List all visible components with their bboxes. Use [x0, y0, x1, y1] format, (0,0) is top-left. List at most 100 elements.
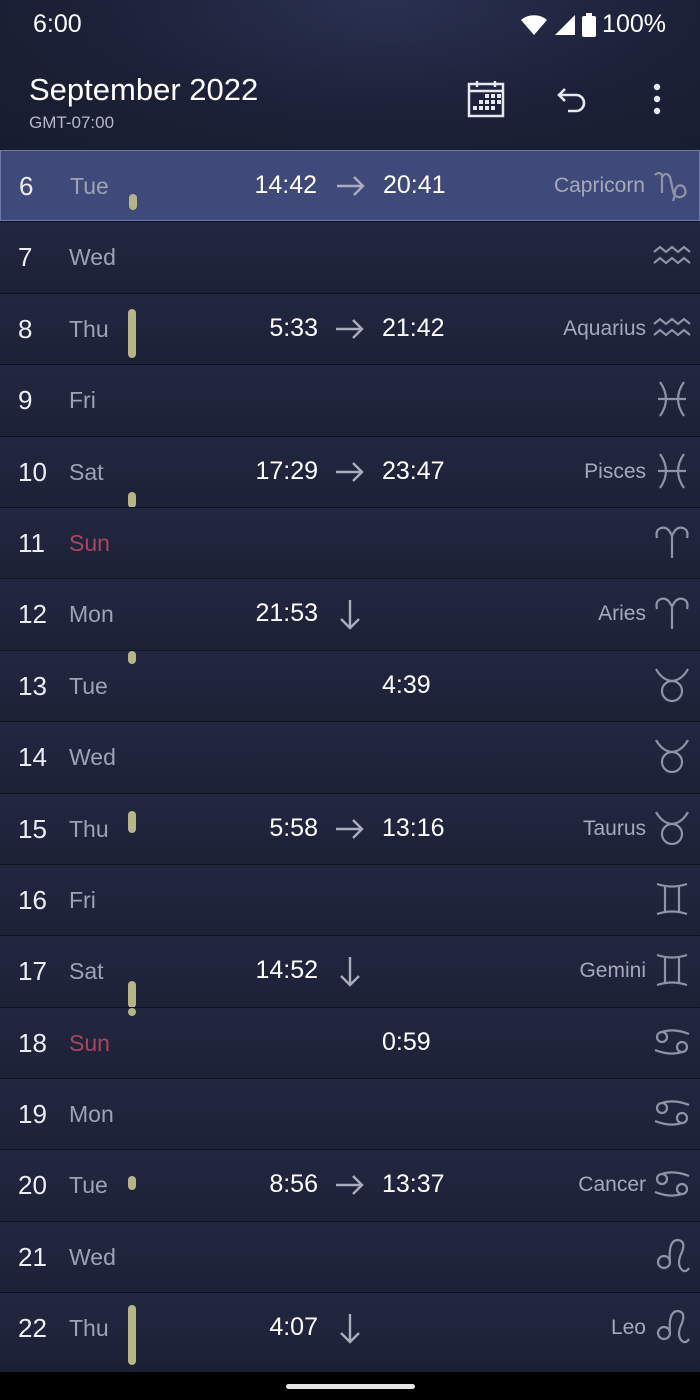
day-row[interactable]: 7 Wed: [0, 221, 700, 293]
pisces-icon: [658, 381, 686, 417]
day-row[interactable]: 14 Wed: [0, 721, 700, 793]
day-number: 20: [18, 1170, 47, 1201]
moonset-time: 21:42: [382, 313, 445, 342]
system-indicators: 100%: [520, 10, 666, 39]
moonset-time: 4:39: [382, 670, 431, 699]
day-row[interactable]: 19 Mon: [0, 1078, 700, 1150]
taurus-icon: [655, 810, 689, 845]
undo-icon: [557, 88, 586, 113]
day-number: 16: [18, 884, 47, 915]
home-gesture-handle[interactable]: [286, 1384, 415, 1389]
moon-visibility-bar: [128, 1007, 136, 1016]
day-number: 8: [18, 313, 33, 344]
arrow-right-icon: [336, 818, 364, 839]
navigation-bar: [0, 1372, 700, 1400]
moonset-time: 23:47: [382, 456, 445, 485]
aries-icon: [655, 526, 689, 558]
moon-visibility-bar: [128, 811, 136, 833]
moonrise-time: 8:56: [269, 1170, 318, 1199]
weekday-label: Sat: [69, 958, 104, 985]
moonrise-time: 5:33: [269, 313, 318, 342]
weekday-label: Tue: [70, 173, 109, 199]
gemini-icon: [656, 954, 688, 987]
aries-icon: [655, 597, 689, 630]
zodiac-sign-label: Leo: [610, 1316, 646, 1340]
weekday-label: Tue: [69, 672, 108, 699]
day-row[interactable]: 20 Tue 8:56 13:37 Cancer: [0, 1149, 700, 1221]
arrow-right-icon: [336, 461, 364, 482]
more-options-button[interactable]: [633, 75, 681, 123]
arrow-right-icon: [337, 176, 365, 196]
moonrise-time: 14:52: [255, 956, 318, 985]
weekday-label: Wed: [69, 744, 116, 771]
pisces-icon: [658, 452, 686, 489]
day-number: 6: [19, 171, 34, 201]
day-row[interactable]: 13 Tue 4:39: [0, 649, 700, 722]
day-number: 12: [18, 599, 47, 630]
arrow-right-icon: [336, 318, 364, 339]
weekday-label: Sun: [69, 529, 110, 556]
leo-icon: [656, 1238, 690, 1273]
day-row[interactable]: 16 Fri: [0, 863, 700, 936]
cancer-icon: [654, 1100, 690, 1126]
arrow-right-icon: [336, 1175, 364, 1196]
day-list[interactable]: 6 Tue 14:42 20:41 Capricorn 7 Wed 8 Thu 5:33 21:42…: [0, 150, 700, 1372]
calendar-button[interactable]: [462, 75, 510, 123]
status-bar: 6:00 100%: [0, 0, 700, 52]
leo-icon: [656, 1310, 690, 1344]
weekday-label: Fri: [69, 886, 96, 913]
day-row[interactable]: 21 Wed: [0, 1220, 700, 1293]
day-row[interactable]: 17 Sat 14:52 Gemini: [0, 935, 700, 1008]
moon-visibility-bar: [128, 980, 136, 1008]
day-number: 14: [18, 742, 47, 773]
arrow-down-icon: [340, 957, 360, 987]
day-number: 19: [18, 1099, 47, 1130]
day-row[interactable]: 6 Tue 14:42 20:41 Capricorn: [0, 150, 700, 222]
moonrise-time: 17:29: [255, 456, 318, 485]
taurus-icon: [655, 668, 689, 702]
day-row[interactable]: 10 Sat 17:29 23:47 Pisces: [0, 435, 700, 508]
day-number: 17: [18, 956, 47, 987]
wifi-icon: [521, 14, 548, 35]
weekday-label: Mon: [69, 601, 114, 628]
day-row[interactable]: 22 Thu 4:07 Leo: [0, 1292, 700, 1365]
weekday-label: Sat: [69, 458, 104, 485]
page-title[interactable]: September 2022: [29, 72, 258, 108]
capricorn-icon: [654, 171, 687, 202]
zodiac-sign-label: Capricorn: [553, 174, 645, 197]
zodiac-sign-label: Pisces: [584, 459, 646, 483]
calendar-icon: [467, 81, 505, 118]
day-row[interactable]: 18 Sun 0:59: [0, 1006, 700, 1079]
more-vert-icon: [653, 83, 661, 115]
day-row[interactable]: 11 Sun: [0, 506, 700, 579]
clock: 6:00: [33, 10, 82, 38]
moon-visibility-bar: [128, 1176, 136, 1191]
aquarius-icon: [653, 317, 691, 337]
day-row[interactable]: 8 Thu 5:33 21:42 Aquarius: [0, 292, 700, 365]
day-number: 11: [18, 527, 45, 558]
weekday-label: Thu: [69, 1315, 109, 1342]
day-number: 9: [18, 385, 33, 416]
moon-visibility-bar: [128, 492, 136, 508]
day-row[interactable]: 9 Fri: [0, 364, 700, 436]
moon-visibility-bar: [128, 1305, 136, 1365]
weekday-label: Tue: [69, 1172, 108, 1199]
zodiac-sign-label: Cancer: [578, 1173, 646, 1197]
arrow-down-icon: [340, 600, 360, 631]
weekday-label: Wed: [69, 244, 116, 271]
day-number: 22: [18, 1313, 47, 1344]
day-row[interactable]: 12 Mon 21:53 Aries: [0, 578, 700, 650]
aquarius-icon: [653, 245, 691, 265]
day-number: 21: [18, 1241, 47, 1272]
gemini-icon: [656, 882, 688, 915]
weekday-label: Thu: [69, 815, 109, 842]
weekday-label: Wed: [69, 1243, 116, 1270]
zodiac-sign-label: Aries: [598, 602, 646, 626]
moonset-time: 13:37: [382, 1170, 445, 1199]
weekday-label: Fri: [69, 387, 96, 414]
zodiac-sign-label: Taurus: [582, 816, 646, 840]
undo-button[interactable]: [548, 75, 596, 123]
day-row[interactable]: 15 Thu 5:58 13:16 Taurus: [0, 792, 700, 864]
zodiac-sign-label: Gemini: [579, 959, 646, 983]
moonrise-time: 21:53: [255, 599, 318, 628]
